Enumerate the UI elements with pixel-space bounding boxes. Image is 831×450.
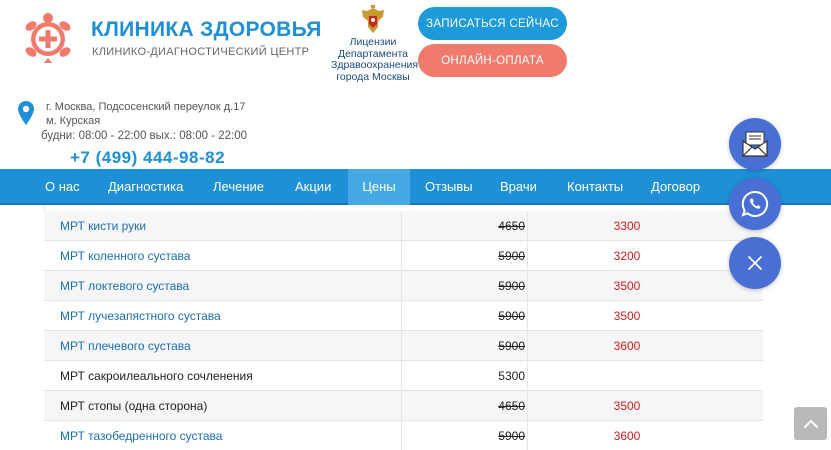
nav-item-doctors[interactable]: Врачи (488, 169, 549, 205)
envelope-icon (742, 131, 768, 157)
new-price: 3200 (613, 249, 641, 263)
new-price: 3500 (613, 309, 641, 323)
brand-subtitle: КЛИНИКО-ДИАГНОСТИЧЕСКИЙ ЦЕНТР (92, 46, 310, 58)
address-street: г. Москва, Подсосенский переулок д.17 (46, 101, 246, 113)
chevron-up-icon (803, 419, 818, 428)
nav-item-contacts[interactable]: Контакты (555, 169, 635, 205)
working-hours: будни: 08:00 - 22:00 вых.: 08:00 - 22:00 (41, 130, 248, 142)
old-price: 5900 (498, 279, 525, 293)
new-price: 3500 (613, 399, 641, 413)
message-fab-button[interactable] (729, 118, 781, 170)
signup-button[interactable]: ЗАПИСАТЬСЯ СЕЙЧАС (418, 7, 567, 40)
address: г. Москва, Подсосенский переулок д.17 м.… (46, 100, 245, 128)
license-line: Здравоохранения (331, 59, 419, 71)
online-payment-button[interactable]: ОНЛАЙН-ОПЛАТА (418, 44, 567, 77)
new-price: 3600 (613, 429, 641, 443)
scroll-to-top-button[interactable] (794, 407, 827, 440)
whatsapp-icon (741, 190, 769, 217)
main-nav: О нас Диагностика Лечение Акции Цены Отз… (0, 169, 831, 205)
address-metro: м. Курская (46, 115, 101, 127)
table-row: МРТ тазобедренного сустава 5900 3600 (44, 421, 763, 450)
table-row: МРТ кисти руки 4650 3300 (44, 211, 763, 241)
nav-item-diagnostics[interactable]: Диагностика (96, 169, 195, 205)
clinic-logo-icon[interactable] (22, 12, 74, 64)
price: 5300 (498, 369, 525, 383)
license-line: города Москвы (336, 70, 410, 83)
close-fab-button[interactable] (729, 237, 781, 289)
old-price: 5900 (498, 309, 525, 323)
new-price: 3600 (613, 339, 641, 353)
old-price: 5900 (498, 249, 525, 263)
phone-link[interactable]: +7 (499) 444-98-82 (70, 148, 225, 168)
whatsapp-fab-button[interactable] (729, 178, 781, 230)
new-price: 3500 (613, 279, 641, 293)
license-text[interactable]: Лицензии Департамента Здравоохранения го… (331, 36, 419, 83)
table-row: МРТ коленного сустава 5900 3200 (44, 241, 763, 271)
nav-item-treatment[interactable]: Лечение (201, 169, 276, 205)
table-row: МРТ лучезапястного сустава 5900 3500 (44, 301, 763, 331)
close-icon (748, 256, 762, 270)
old-price: 5900 (498, 429, 525, 443)
service-name-link[interactable]: МРТ коленного сустава (60, 241, 400, 271)
location-pin-icon (18, 101, 34, 125)
nav-item-reviews[interactable]: Отзывы (413, 169, 485, 205)
service-name: МРТ сакроилеального сочленения (60, 369, 253, 383)
nav-item-about[interactable]: О нас (33, 169, 92, 205)
service-name-link[interactable]: МРТ лучезапястного сустава (60, 301, 400, 331)
nav-item-prices[interactable]: Цены (348, 169, 410, 205)
old-price: 4650 (498, 399, 525, 413)
coat-of-arms-icon[interactable] (359, 5, 387, 35)
table-row: МРТ стопы (одна сторона) 4650 3500 (44, 391, 763, 421)
table-row: МРТ сакроилеального сочленения 5300 (44, 361, 763, 391)
table-row: МРТ локтевого сустава 5900 3500 (44, 271, 763, 301)
new-price (527, 361, 727, 391)
service-name-link[interactable]: МРТ плечевого сустава (60, 331, 400, 361)
service-name: МРТ стопы (одна сторона) (60, 399, 208, 413)
new-price: 3300 (613, 219, 641, 233)
license-line: Лицензии (349, 36, 397, 48)
service-name-link[interactable]: МРТ кисти руки (60, 211, 400, 241)
table-row: МРТ плечевого сустава 5900 3600 (44, 331, 763, 361)
brand-name[interactable]: КЛИНИКА ЗДОРОВЬЯ (91, 18, 322, 42)
nav-item-promotions[interactable]: Акции (283, 169, 343, 205)
old-price: 5900 (498, 339, 525, 353)
service-name-link[interactable]: МРТ локтевого сустава (60, 271, 400, 301)
old-price: 4650 (498, 219, 525, 233)
service-name-link[interactable]: МРТ тазобедренного сустава (60, 421, 400, 450)
nav-item-contract[interactable]: Договор (639, 169, 712, 205)
